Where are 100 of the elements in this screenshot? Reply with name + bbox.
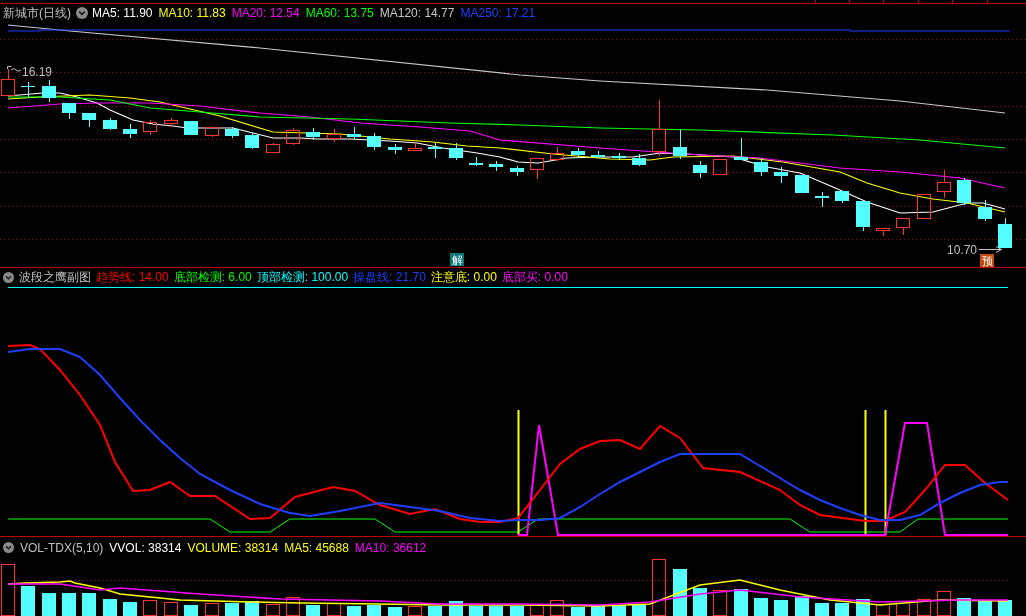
candlestick [673,128,687,160]
pointer-arrow [978,246,1002,253]
volume-bar [795,596,809,616]
candlestick [327,128,341,143]
indicator-value: MA20: 12.54 [231,6,300,20]
leader-line [7,66,22,72]
chevron-down-icon[interactable] [76,7,88,19]
candlestick [469,156,483,167]
candlestick [1,68,15,96]
candlestick [408,142,422,151]
candlestick [734,137,748,161]
candlestick [998,217,1012,249]
high-price-label: 16.19 [22,65,53,79]
volume-bar [143,600,157,616]
candlestick [896,218,910,236]
volume-bar [754,598,768,616]
candlestick [652,99,666,157]
volume-bar [347,606,361,616]
volume-bar [876,604,890,616]
candlestick [591,150,605,159]
candlestick [225,126,239,139]
volume-bar [896,601,910,616]
volume-bar [673,569,687,616]
candlestick [347,126,361,140]
indicator-value: MA120: 14.77 [379,6,455,20]
volume-bar [225,603,239,616]
indicator-value: MA60: 13.75 [305,6,374,20]
indicator-value: MA5: 11.90 [92,6,153,20]
volume-bar [510,606,524,616]
volume-bar [530,604,544,616]
volume-bar [184,605,198,616]
volume-bar [734,589,748,616]
candlestick [184,120,198,136]
candlestick [774,166,788,184]
indicator-value: 注意底: 0.00 [430,270,497,284]
volume-bar [571,607,585,616]
candlestick [164,117,178,127]
volume-bar [693,588,707,616]
volume-bar [123,602,137,616]
volume-bar [1,564,15,616]
candlestick [917,194,931,219]
volume-bar [428,606,442,616]
indicator-value: MA10: 36612 [354,540,427,555]
candlestick [510,165,524,177]
volume-bar [550,600,564,616]
volume-bar [408,606,422,616]
volume-bar [367,605,381,616]
candlestick [205,127,219,138]
candlestick [571,147,585,158]
volume-bar [612,605,626,616]
candlestick [795,174,809,194]
candlestick [550,146,564,162]
volume-bar [164,602,178,616]
chevron-down-icon[interactable] [3,542,14,553]
indicator-value: 操盘线: 21.70 [353,270,426,284]
candlestick [876,228,890,237]
candlestick [21,81,35,99]
candlestick [82,112,96,128]
indicator-value: MA250: 17.21 [460,6,536,20]
indicator-value: 趋势线: 14.00 [96,270,169,284]
forecast-badge: 预 [980,254,994,267]
volume-bar [937,591,951,616]
candlestick [367,132,381,151]
volume-bar [591,605,605,616]
candlestick [286,127,300,146]
volume-bar [103,599,117,616]
candlestick [835,190,849,204]
candlestick [245,131,259,150]
volume-bar [286,597,300,616]
volume-bar [205,603,219,616]
volume-bar [266,604,280,616]
candlestick [489,160,503,172]
volume-bar [306,605,320,616]
volume-bar [815,603,829,616]
volume-bar [469,606,483,616]
signal-badge: 解 [450,253,464,266]
volume-bar [42,593,56,616]
volume-bar [998,600,1012,616]
volume-bar [774,600,788,616]
chevron-down-icon[interactable] [3,271,14,283]
indicator-value: 底部检测: 6.00 [173,270,252,284]
volume-bar [327,603,341,616]
volume-bar [713,590,727,616]
low-price-label: 10.70 [946,243,977,257]
candlestick [713,159,727,175]
volume-bar [21,586,35,616]
candlestick [978,199,992,222]
candlestick [42,79,56,103]
indicator-value: MA10: 11.83 [158,6,226,20]
volume-bar [82,593,96,616]
candlestick [612,152,626,161]
candlestick [143,119,157,136]
candlestick [123,123,137,139]
candlestick [103,117,117,131]
candlestick [388,143,402,155]
chart-title: 波段之鹰副图 [19,268,91,286]
candlestick [428,142,442,159]
chart-title: 新城市(日线) [3,4,71,22]
indicator-value: MA5: 45688 [284,540,349,555]
indicator-value: 顶部检测: 100.00 [256,270,349,284]
